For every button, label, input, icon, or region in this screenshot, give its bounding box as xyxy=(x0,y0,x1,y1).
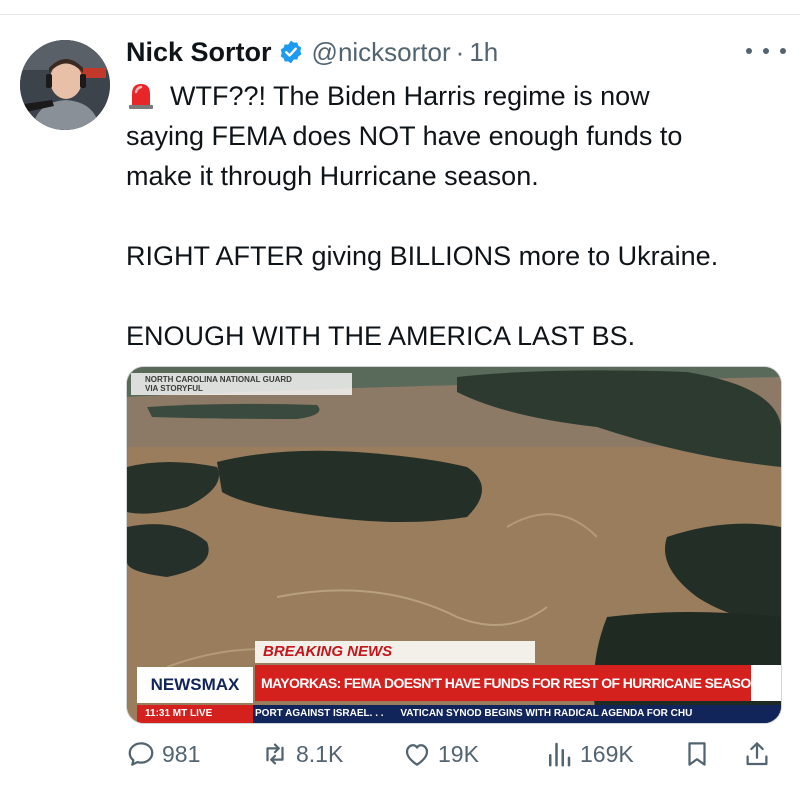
news-headline: MAYORKAS: FEMA DOESN'T HAVE FUNDS FOR RE… xyxy=(255,665,751,701)
views-button[interactable]: 169K xyxy=(544,734,634,774)
repost-count: 8.1K xyxy=(296,740,344,767)
tweet-header: Nick Sortor @nicksortor · 1h xyxy=(126,32,498,72)
share-button[interactable] xyxy=(742,734,772,774)
reply-icon xyxy=(128,742,154,766)
video-credit: NORTH CAROLINA NATIONAL GUARD VIA STORYF… xyxy=(131,373,352,395)
views-count: 169K xyxy=(580,740,634,767)
repost-button[interactable]: 8.1K xyxy=(260,734,343,774)
separator-dot: · xyxy=(455,36,465,67)
newsmax-logo: NEWSMAX xyxy=(137,667,253,703)
ticker-time: 11:31 MT LIVE xyxy=(137,705,253,723)
share-icon xyxy=(746,742,768,766)
tweet-line-1: WTF??! The Biden Harris regime is now xyxy=(126,76,786,116)
more-dot xyxy=(746,48,752,54)
tweet-line-3: make it through Hurricane season. xyxy=(126,161,539,191)
reply-button[interactable]: 981 xyxy=(126,734,200,774)
bookmark-icon xyxy=(688,742,706,766)
credit-line-2: VIA STORYFUL xyxy=(145,384,203,393)
tweet-text: WTF??! The Biden Harris regime is now sa… xyxy=(126,76,786,356)
ticker-item: VATICAN SYNOD BEGINS WITH RADICAL AGENDA… xyxy=(400,708,693,719)
tweet-line-4: RIGHT AFTER giving BILLIONS more to Ukra… xyxy=(126,241,719,271)
author-name[interactable]: Nick Sortor xyxy=(126,37,272,68)
ticker-item: PORT AGAINST ISRAEL. . . xyxy=(255,708,384,719)
tweet-actions-bar: 981 8.1K 19K 169K xyxy=(126,734,786,774)
like-count: 19K xyxy=(438,740,479,767)
tweet-media-image[interactable]: NORTH CAROLINA NATIONAL GUARD VIA STORYF… xyxy=(126,366,782,724)
top-divider xyxy=(0,0,800,15)
like-button[interactable]: 19K xyxy=(402,734,479,774)
repost-icon xyxy=(266,743,284,765)
author-handle[interactable]: @nicksortor xyxy=(312,37,451,68)
tweet-line-1-text: WTF??! The Biden Harris regime is now xyxy=(170,81,650,111)
credit-line-1: NORTH CAROLINA NATIONAL GUARD xyxy=(145,375,292,384)
verified-badge-icon xyxy=(280,40,301,64)
like-icon xyxy=(405,744,429,766)
views-icon xyxy=(549,742,571,767)
tweet-line-2: saying FEMA does NOT have enough funds t… xyxy=(126,121,683,151)
more-dot xyxy=(780,48,786,54)
reply-count: 981 xyxy=(162,740,201,767)
more-dot xyxy=(763,48,769,54)
tweet-line-5: ENOUGH WITH THE AMERICA LAST BS. xyxy=(126,321,636,351)
breaking-news-label: BREAKING NEWS xyxy=(255,641,535,663)
more-options-icon[interactable] xyxy=(746,36,786,66)
timestamp[interactable]: 1h xyxy=(469,37,498,68)
police-light-icon xyxy=(129,84,153,109)
headline-end-cap xyxy=(751,665,781,701)
news-ticker: PORT AGAINST ISRAEL. . . VATICAN SYNOD B… xyxy=(253,705,781,723)
avatar[interactable] xyxy=(20,40,110,130)
avatar-photo xyxy=(20,40,110,130)
bookmark-button[interactable] xyxy=(682,734,712,774)
